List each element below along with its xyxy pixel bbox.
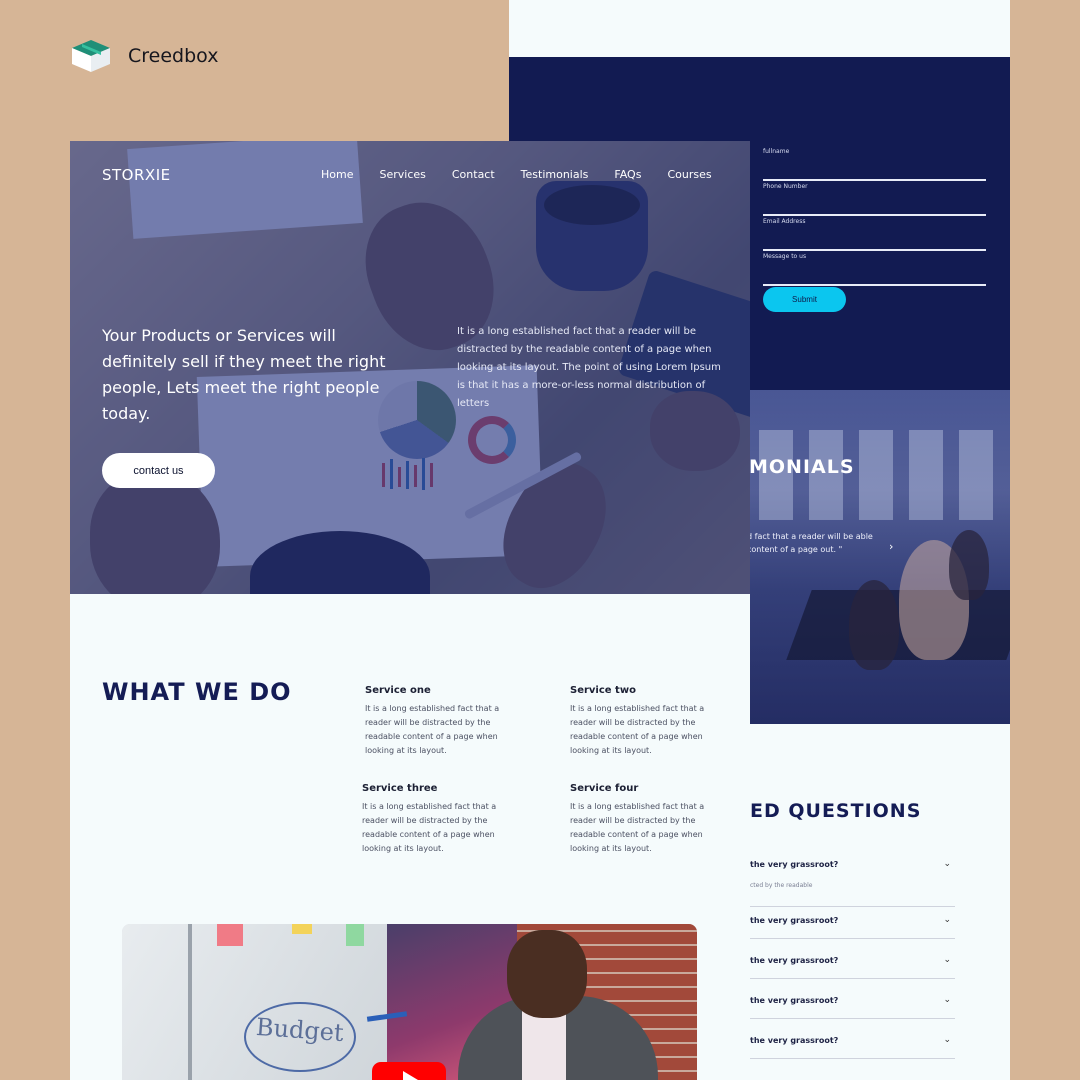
chevron-down-icon[interactable]: ⌄ [943, 955, 951, 965]
faq-item[interactable]: the very grassroot? ⌄ [750, 1035, 955, 1059]
service-card: Service one It is a long established fac… [365, 685, 515, 758]
nav-item-services[interactable]: Services [379, 168, 425, 181]
faq-item[interactable]: the very grassroot? ⌄ [750, 955, 955, 979]
sticky-note [217, 924, 243, 946]
field-label: Phone Number [763, 183, 808, 190]
chevron-down-icon[interactable]: ⌄ [943, 995, 951, 1005]
site-logo[interactable]: STORXIE [102, 166, 171, 184]
nav-item-faqs[interactable]: FAQs [614, 168, 641, 181]
contact-us-button[interactable]: contact us [102, 453, 215, 488]
main-nav: Home Services Contact Testimonials FAQs … [321, 168, 712, 181]
service-title: Service two [570, 685, 636, 696]
service-card: Service three It is a long established f… [362, 783, 512, 856]
service-text: It is a long established fact that a rea… [362, 802, 497, 853]
testimonial-quote: d fact that a reader will be able conten… [747, 532, 873, 554]
chevron-right-icon[interactable]: › [889, 541, 897, 552]
hero-headline: Your Products or Services will definitel… [102, 326, 386, 423]
faq-title: ED QUESTIONS [750, 800, 922, 822]
faq-item[interactable]: the very grassroot? cted by the readable… [750, 859, 955, 907]
field-label: Email Address [763, 218, 806, 225]
cube-logo-icon [72, 40, 110, 72]
chevron-down-icon[interactable]: ⌄ [943, 915, 951, 925]
play-triangle-icon [403, 1071, 418, 1080]
hero-section: STORXIE Home Services Contact Testimonia… [70, 141, 750, 594]
sticky-note [346, 924, 364, 946]
faq-item[interactable]: the very grassroot? ⌄ [750, 915, 955, 939]
email-address-field[interactable]: Email Address [763, 216, 986, 251]
contact-form: fullname Phone Number Email Address Mess… [763, 146, 986, 286]
service-title: Service four [570, 783, 639, 794]
faq-answer: cted by the readable [750, 882, 813, 889]
nav-item-home[interactable]: Home [321, 168, 353, 181]
faq-question: the very grassroot? [750, 916, 839, 925]
service-title: Service three [362, 783, 438, 794]
presenter-shirt [522, 1008, 566, 1080]
field-label: Message to us [763, 253, 807, 260]
background-window [909, 430, 943, 520]
fullname-field[interactable]: fullname [763, 146, 986, 181]
nav-item-testimonials[interactable]: Testimonials [521, 168, 589, 181]
service-title: Service one [365, 685, 431, 696]
brand-name: Creedbox [128, 45, 219, 67]
phone-number-field[interactable]: Phone Number [763, 181, 986, 216]
testimonials-title: MONIALS [749, 456, 855, 478]
sticky-note [292, 924, 312, 934]
background-window [859, 430, 893, 520]
meeting-person [949, 530, 989, 600]
chevron-down-icon[interactable]: ⌄ [943, 859, 951, 869]
what-we-do-section: WHAT WE DO Service one It is a long esta… [70, 594, 750, 1080]
whiteboard-frame [188, 924, 192, 1080]
nav-item-contact[interactable]: Contact [452, 168, 495, 181]
what-we-do-title: WHAT WE DO [102, 678, 292, 706]
hero-paragraph: It is a long established fact that a rea… [457, 326, 721, 409]
nav-item-courses[interactable]: Courses [667, 168, 711, 181]
service-text: It is a long established fact that a rea… [570, 802, 705, 853]
chevron-down-icon[interactable]: ⌄ [943, 1035, 951, 1045]
field-label: fullname [763, 148, 790, 155]
service-card: Service two It is a long established fac… [570, 685, 720, 758]
meeting-person [849, 580, 899, 670]
video-player[interactable]: Budget [122, 924, 697, 1080]
service-text: It is a long established fact that a rea… [570, 704, 705, 755]
presenter-head [507, 930, 587, 1018]
service-card: Service four It is a long established fa… [570, 783, 720, 856]
submit-button[interactable]: Submit [763, 287, 846, 312]
faq-question: the very grassroot? [750, 996, 839, 1005]
faq-question: the very grassroot? [750, 956, 839, 965]
background-window [959, 430, 993, 520]
faq-question: the very grassroot? [750, 1036, 839, 1045]
back-mockup-header [509, 0, 1010, 57]
faq-question: the very grassroot? [750, 860, 839, 869]
brand: Creedbox [70, 38, 218, 74]
message-field[interactable]: Message to us [763, 251, 986, 286]
service-text: It is a long established fact that a rea… [365, 704, 500, 755]
youtube-play-icon[interactable] [372, 1062, 446, 1080]
faq-item[interactable]: the very grassroot? ⌄ [750, 995, 955, 1019]
whiteboard-word: Budget [255, 1012, 345, 1048]
